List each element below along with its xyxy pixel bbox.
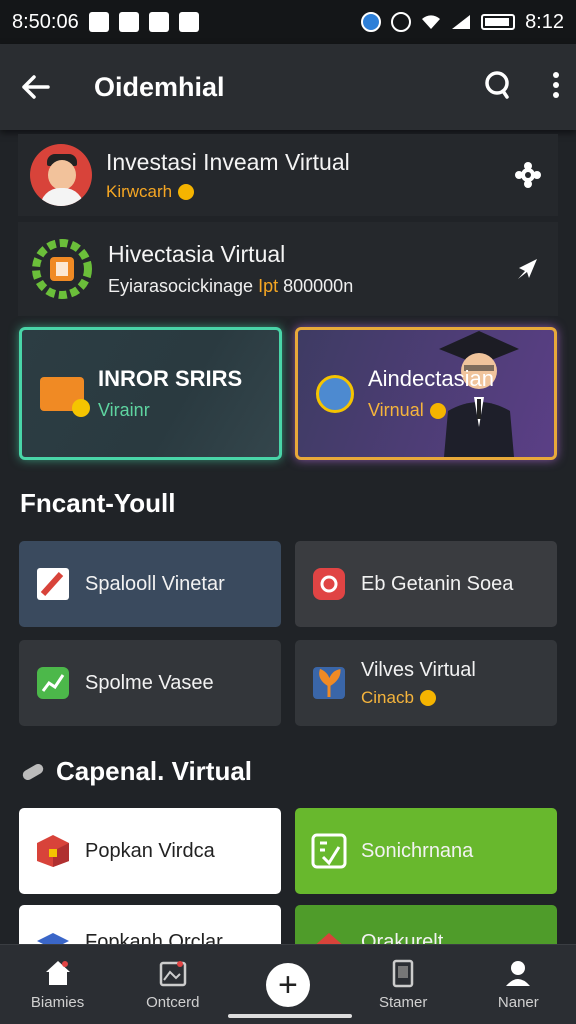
- nav-label: Naner: [497, 994, 539, 1011]
- tile-item[interactable]: Eb Getanin Soea: [295, 541, 557, 627]
- list-item-highlight: Ipt: [258, 276, 279, 296]
- coins-icon: [316, 374, 354, 413]
- camera-icon: [313, 568, 345, 600]
- nav-label: Ontcerd: [146, 994, 200, 1011]
- capsule-icon: [22, 764, 44, 780]
- nav-item-profile[interactable]: Naner: [468, 958, 568, 1011]
- app-bar: Oidemhial: [0, 44, 576, 130]
- list-item-subtitle: Kirwcarh: [106, 181, 173, 201]
- nav-label: Stamer: [378, 994, 428, 1011]
- tile-label: Spalooll Vinetar: [85, 572, 225, 595]
- avatar: [30, 144, 92, 206]
- plant-icon: [313, 667, 345, 699]
- tile-label: Sonichrnana: [361, 839, 474, 862]
- tablet-icon: [392, 959, 414, 988]
- promo-card-left[interactable]: INROR SRIRS Virainr: [19, 327, 282, 460]
- tile-label: Spolme Vasee: [85, 671, 214, 694]
- promo-subtitle: Virnual: [368, 400, 424, 420]
- more-options-button[interactable]: [552, 71, 560, 104]
- tile-label: Vilves Virtual: [361, 658, 476, 681]
- section-title: Fncant-Youll: [20, 488, 176, 518]
- tile-item[interactable]: Vilves Virtual Cinacb: [295, 640, 557, 726]
- list-item[interactable]: Hivectasia Virtual Eyiarasocickinage Ipt…: [18, 222, 558, 316]
- nav-item-dashboard[interactable]: Ontcerd: [123, 958, 223, 1011]
- nav-item-add[interactable]: +: [238, 962, 338, 1007]
- box-icon: [37, 835, 69, 867]
- nav-item-home[interactable]: Biamies: [8, 958, 108, 1011]
- arrow-left-icon: [22, 75, 50, 99]
- promo-title: INROR SRIRS: [98, 366, 243, 391]
- lock-notification-icon: [178, 12, 199, 32]
- list-item-subtitle: Eyiarasocickinage: [108, 276, 254, 296]
- document-coin-icon: [40, 376, 90, 417]
- tile-item[interactable]: Sonichrnana: [295, 808, 557, 894]
- gear-icon: [515, 162, 541, 188]
- nav-item-store[interactable]: Stamer: [353, 958, 453, 1011]
- launch-button[interactable]: [510, 251, 546, 287]
- edit-icon: [37, 568, 69, 600]
- calendar-notification-icon: [148, 12, 169, 32]
- list-item-title: Hivectasia Virtual: [108, 241, 286, 267]
- status-bar: 8:50:06 8:12: [0, 0, 576, 44]
- investment-icon: [32, 239, 92, 299]
- more-vertical-icon: [553, 71, 559, 98]
- home-icon: [45, 961, 70, 985]
- list-item[interactable]: Investasi Inveam Virtual Kirwcarh: [18, 134, 558, 216]
- signal-icon: [452, 15, 471, 29]
- status-time-left: 8:50:06: [12, 10, 79, 33]
- page-title: Oidemhial: [94, 71, 225, 102]
- user-icon: [506, 961, 531, 986]
- plane-icon: [518, 259, 537, 279]
- sync-icon: [361, 12, 382, 32]
- chart-icon: [37, 667, 69, 699]
- back-button[interactable]: [16, 67, 56, 107]
- section-title: Capenal. Virtual: [56, 756, 253, 786]
- search-button[interactable]: [484, 70, 512, 105]
- bottom-nav: Biamies Ontcerd + Stamer Naner: [0, 944, 576, 1024]
- tile-label: Popkan Virdca: [85, 839, 215, 862]
- image-icon: [159, 961, 187, 987]
- tile-item[interactable]: Popkan Virdca: [19, 808, 281, 894]
- settings-button[interactable]: [510, 157, 546, 193]
- list-item-title: Investasi Inveam Virtual: [106, 148, 350, 175]
- battery-icon: [481, 14, 516, 30]
- home-indicator[interactable]: [228, 1014, 352, 1018]
- plus-icon: +: [265, 962, 310, 1007]
- list-item-value: 800000n: [283, 276, 354, 296]
- coin-icon: [419, 689, 436, 706]
- coin-icon: [429, 402, 446, 419]
- notification-icon: [88, 12, 109, 32]
- alarm-icon: [391, 12, 412, 32]
- wifi-icon: [422, 15, 441, 29]
- coin-icon: [178, 183, 195, 200]
- tile-item[interactable]: Spolme Vasee: [19, 640, 281, 726]
- search-icon: [485, 70, 509, 99]
- promo-subtitle: Virainr: [98, 400, 150, 420]
- tile-subtitle: Cinacb: [361, 687, 414, 707]
- tile-item[interactable]: Spalooll Vinetar: [19, 541, 281, 627]
- status-time-right: 8:12: [525, 10, 564, 33]
- shield-notification-icon: [118, 12, 139, 32]
- promo-card-right[interactable]: Aindectasian Virnual: [295, 327, 557, 460]
- nav-label: Biamies: [30, 994, 85, 1011]
- document-check-icon: [311, 833, 347, 869]
- promo-title: Aindectasian: [368, 366, 494, 391]
- tile-label: Eb Getanin Soea: [361, 572, 514, 595]
